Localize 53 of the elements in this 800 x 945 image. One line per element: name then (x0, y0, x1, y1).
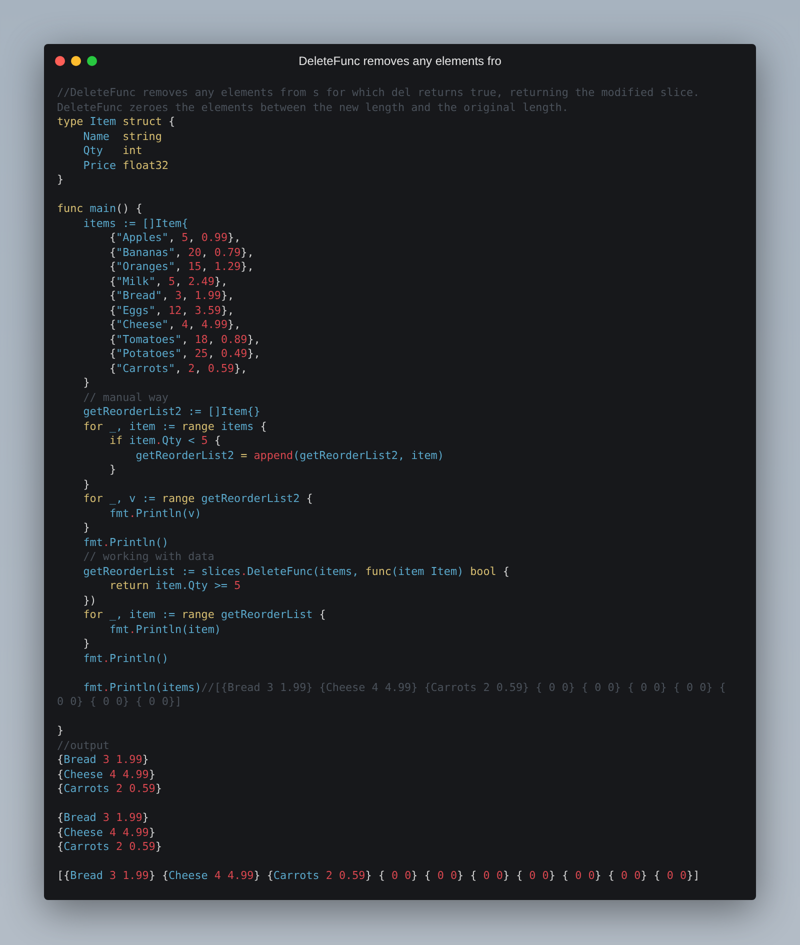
code-line: {Carrots 2 0.59} (57, 782, 162, 796)
minimize-window-icon[interactable] (71, 56, 81, 66)
code-line: fmt.Println(items)//[{Bread 3 1.99} {Cheese 4 4.99} {Carrots 2 0.59} { 0 0} { 0 0} { 0 0} { 0 0} { 0 0} { 0 0} { 0 0}] (57, 680, 727, 710)
code-line: {Bread 3 1.99} (57, 811, 149, 826)
code-line: }) (82, 594, 96, 608)
code-line: } (82, 478, 90, 492)
close-window-icon[interactable] (55, 56, 65, 66)
code-line: getReorderList2 := []Item{} (82, 405, 260, 420)
code-line: {"Bread", 3, 1.99}, (108, 289, 234, 304)
code-line: fmt.Println(v) (108, 506, 202, 521)
code-line: Qty int (82, 144, 142, 158)
code-line: } (82, 521, 90, 536)
code-line: {"Bananas", 20, 0.79}, (108, 246, 254, 260)
code-line: } (82, 637, 90, 652)
code-line: Name string (82, 130, 162, 144)
code-line: // working with data (82, 550, 214, 564)
code-line: {"Oranges", 15, 1.29}, (108, 260, 254, 274)
code-line: type Item struct { (57, 115, 176, 130)
code-line: {"Milk", 5, 2.49}, (108, 274, 228, 289)
code-line: } (108, 463, 116, 478)
code-line: return item.Qty >= 5 (108, 579, 241, 594)
code-line: fmt.Println() (82, 536, 168, 550)
code-line: //DeleteFunc removes any elements from s for which del returns true, returning the modified slice. (57, 86, 700, 100)
code-line: {"Eggs", 12, 3.59}, (108, 304, 234, 318)
code-line: for _, v := range getReorderList2 { (82, 492, 313, 506)
code-line: {Cheese 4 4.99} (57, 826, 156, 840)
code-line: } (82, 376, 90, 390)
code-line: } (57, 724, 64, 738)
code-line: func main() { (57, 202, 142, 216)
code-line: {"Carrots", 2, 0.59}, (108, 362, 248, 376)
window-title: DeleteFunc removes any elements fro (298, 52, 502, 70)
code-line: DeleteFunc zeroes the elements between the new length and the original length. (57, 100, 568, 115)
code-line: items := []Item{ (82, 216, 188, 231)
code-line: if item.Qty < 5 { (108, 434, 221, 448)
code-line: [{Bread 3 1.99} {Cheese 4 4.99} {Carrots 2 0.59} { 0 0} { 0 0} { 0 0} { 0 0} { 0 0} { 0 0} { 0 0}] (57, 869, 700, 884)
code-line: {"Potatoes", 25, 0.49}, (108, 347, 260, 362)
code-line: // manual way (82, 390, 168, 405)
code-line: Price float32 (82, 158, 168, 173)
code-line: fmt.Println() (82, 652, 168, 666)
code-line: {Carrots 2 0.59} (57, 840, 162, 854)
code-line: {"Apples", 5, 0.99}, (108, 231, 241, 246)
code-line: fmt.Println(item) (108, 622, 221, 637)
code-line: } (57, 173, 64, 188)
code-line: {Cheese 4 4.99} (57, 768, 156, 782)
code-line: getReorderList := slices.DeleteFunc(items, func(item Item) bool { (82, 564, 510, 579)
code-line: {"Cheese", 4, 4.99}, (108, 318, 241, 332)
code-line: {Bread 3 1.99} (57, 753, 149, 768)
code-line: for _, item := range items { (82, 420, 267, 434)
code-line: for _, item := range getReorderList { (82, 608, 326, 622)
code-line: getReorderList2 = append(getReorderList2, item) (134, 448, 444, 463)
code-line: {"Tomatoes", 18, 0.89}, (108, 332, 260, 347)
code-line: //output (57, 738, 110, 753)
maximize-window-icon[interactable] (87, 56, 97, 66)
